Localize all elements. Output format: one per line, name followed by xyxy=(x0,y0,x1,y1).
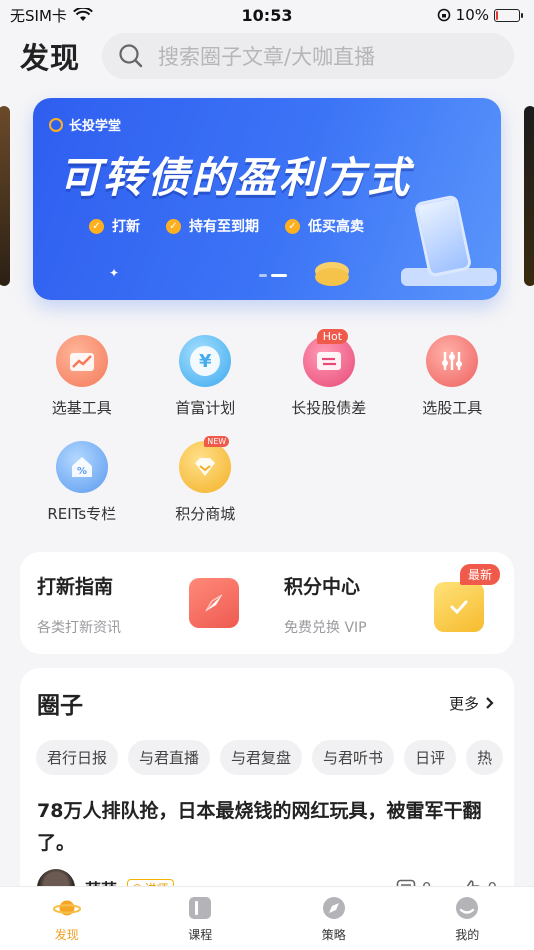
banner-prev-peek[interactable] xyxy=(0,106,10,286)
carousel-indicator xyxy=(259,274,287,277)
check-icon: ✓ xyxy=(166,218,181,234)
banner-slide[interactable]: 长投学堂 可转债的盈利方式 ✓ 打新 ✓ 持有至到期 ✓ 低买高卖 ✦ xyxy=(33,98,501,300)
header: 发现 搜索圈子文章/大咖直播 xyxy=(0,30,534,82)
feature-cards: 打新指南 各类打新资讯 积分中心 免费兑换 VIP 最新 xyxy=(20,552,514,654)
chip[interactable]: 日评 xyxy=(404,740,457,775)
more-link[interactable]: 更多 xyxy=(449,693,494,714)
quick-link-reits[interactable]: % REITs专栏 xyxy=(20,441,144,529)
status-bar: 无SIM卡 10:53 10% xyxy=(0,0,534,30)
quick-link-fund-tool[interactable]: 选基工具 xyxy=(20,335,144,423)
coins-illustration xyxy=(315,268,349,286)
svg-text:%: % xyxy=(77,466,87,477)
search-placeholder: 搜索圈子文章/大咖直播 xyxy=(158,45,376,69)
battery-icon xyxy=(494,8,523,22)
yen-coin-icon: ¥ xyxy=(179,335,232,387)
profile-icon xyxy=(453,894,481,922)
chip[interactable]: 与君复盘 xyxy=(220,740,303,775)
carrier-label: 无SIM卡 xyxy=(10,6,67,25)
check-icon: ✓ xyxy=(89,218,104,234)
quick-link-label: 长投股债差 xyxy=(291,399,367,417)
battery-percent: 10% xyxy=(455,6,489,24)
banner-tag: ✓ 打新 xyxy=(89,216,140,236)
banner-title: 可转债的盈利方式 xyxy=(59,153,412,202)
chip[interactable]: 君行日报 xyxy=(36,740,119,775)
book-icon xyxy=(186,894,214,922)
banner-brand: 长投学堂 xyxy=(49,115,121,134)
banner-carousel[interactable]: 长投学堂 可转债的盈利方式 ✓ 打新 ✓ 持有至到期 ✓ 低买高卖 ✦ xyxy=(0,98,534,303)
quick-link-stock-bond-spread[interactable]: Hot 长投股债差 xyxy=(267,329,391,423)
quick-link-points-mall[interactable]: NEW 积分商城 xyxy=(144,436,268,529)
quick-links-grid: 选基工具 ¥ 首富计划 Hot 长投股债差 选股工具 % REITs专栏 NEW… xyxy=(20,329,515,529)
banner-tag: ✓ 低买高卖 xyxy=(285,216,364,236)
compass-icon xyxy=(320,894,348,922)
circle-chips: 君行日报 与君直播 与君复盘 与君听书 日评 热 xyxy=(20,724,514,775)
tab-me[interactable]: 我的 xyxy=(401,887,534,950)
diamond-icon xyxy=(179,441,232,493)
wifi-icon xyxy=(72,8,93,21)
hot-badge: Hot xyxy=(316,329,349,344)
tab-strategy[interactable]: 策略 xyxy=(267,887,401,950)
calendar-check-icon xyxy=(434,582,484,632)
banner-tags: ✓ 打新 ✓ 持有至到期 ✓ 低买高卖 xyxy=(89,216,364,236)
quick-link-richest-plan[interactable]: ¥ 首富计划 xyxy=(144,335,268,423)
search-input[interactable]: 搜索圈子文章/大咖直播 xyxy=(102,33,514,79)
banner-next-peek[interactable] xyxy=(524,106,534,286)
percent-house-icon: % xyxy=(55,441,108,493)
latest-badge: 最新 xyxy=(459,564,500,585)
post-title[interactable]: 78万人排队抢，日本最烧钱的网红玩具，被雷军干翻了。 xyxy=(20,775,514,859)
chart-up-icon xyxy=(55,335,108,387)
quick-link-label: 首富计划 xyxy=(175,399,236,417)
search-icon xyxy=(119,44,143,68)
compass-icon xyxy=(189,578,239,628)
brand-logo-icon xyxy=(49,117,63,132)
quick-link-label: 选股工具 xyxy=(422,399,483,417)
new-badge: NEW xyxy=(204,436,230,447)
sparkle-icon: ✦ xyxy=(109,266,120,280)
planet-icon xyxy=(52,894,81,922)
tab-bar: 发现 课程 策略 我的 xyxy=(0,886,534,950)
quick-link-label: 积分商城 xyxy=(175,505,236,523)
quick-link-label: 选基工具 xyxy=(51,399,112,417)
chip[interactable]: 热 xyxy=(466,740,504,775)
orientation-lock-icon xyxy=(437,8,450,22)
ipo-guide-card[interactable]: 打新指南 各类打新资讯 xyxy=(20,552,267,654)
tab-courses[interactable]: 课程 xyxy=(134,887,268,950)
circles-section: 圈子 更多 君行日报 与君直播 与君复盘 与君听书 日评 热 78万人排队抢，日… xyxy=(20,668,514,898)
section-title: 圈子 xyxy=(37,693,83,719)
banner-tag: ✓ 持有至到期 xyxy=(166,216,259,236)
chip[interactable]: 与君直播 xyxy=(128,740,211,775)
check-icon: ✓ xyxy=(285,218,300,234)
quick-link-label: REITs专栏 xyxy=(47,505,117,523)
quick-link-stock-tool[interactable]: 选股工具 xyxy=(391,335,515,423)
phone-illustration xyxy=(413,194,473,278)
chevron-right-icon xyxy=(486,697,494,709)
chip[interactable]: 与君听书 xyxy=(312,740,395,775)
sliders-icon xyxy=(426,335,479,387)
tab-discover[interactable]: 发现 xyxy=(0,887,134,950)
page-title: 发现 xyxy=(20,41,81,75)
points-center-card[interactable]: 积分中心 免费兑换 VIP 最新 xyxy=(267,552,514,654)
